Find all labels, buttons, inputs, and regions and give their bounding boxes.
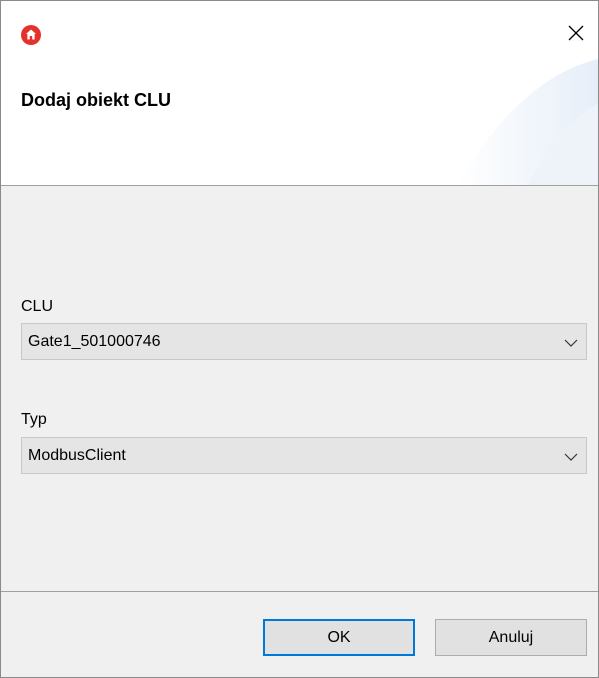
dialog-title: Dodaj obiekt CLU <box>21 90 172 110</box>
cancel-button[interactable]: Anuluj <box>435 619 587 656</box>
title-bar <box>1 1 598 59</box>
clu-label: CLU <box>21 298 54 315</box>
header-decoration <box>458 59 598 185</box>
chevron-down-icon <box>564 450 578 464</box>
close-icon <box>568 25 584 46</box>
typ-select[interactable]: ModbusClient <box>21 437 587 474</box>
dialog-footer: OK Anuluj <box>1 591 598 677</box>
close-button[interactable] <box>554 15 598 55</box>
add-clu-object-dialog: Dodaj obiekt CLU CLU Gate1_501000746 Typ <box>0 0 599 678</box>
dialog-header: Dodaj obiekt CLU <box>1 59 598 186</box>
typ-label: Typ <box>21 411 47 428</box>
clu-select[interactable]: Gate1_501000746 <box>21 323 587 360</box>
chevron-down-icon <box>564 336 578 350</box>
dialog-content: CLU Gate1_501000746 Typ ModbusClient <box>1 186 598 591</box>
clu-select-value: Gate1_501000746 <box>28 333 161 350</box>
home-icon <box>21 25 41 45</box>
ok-button[interactable]: OK <box>263 619 415 656</box>
typ-select-value: ModbusClient <box>28 447 126 464</box>
